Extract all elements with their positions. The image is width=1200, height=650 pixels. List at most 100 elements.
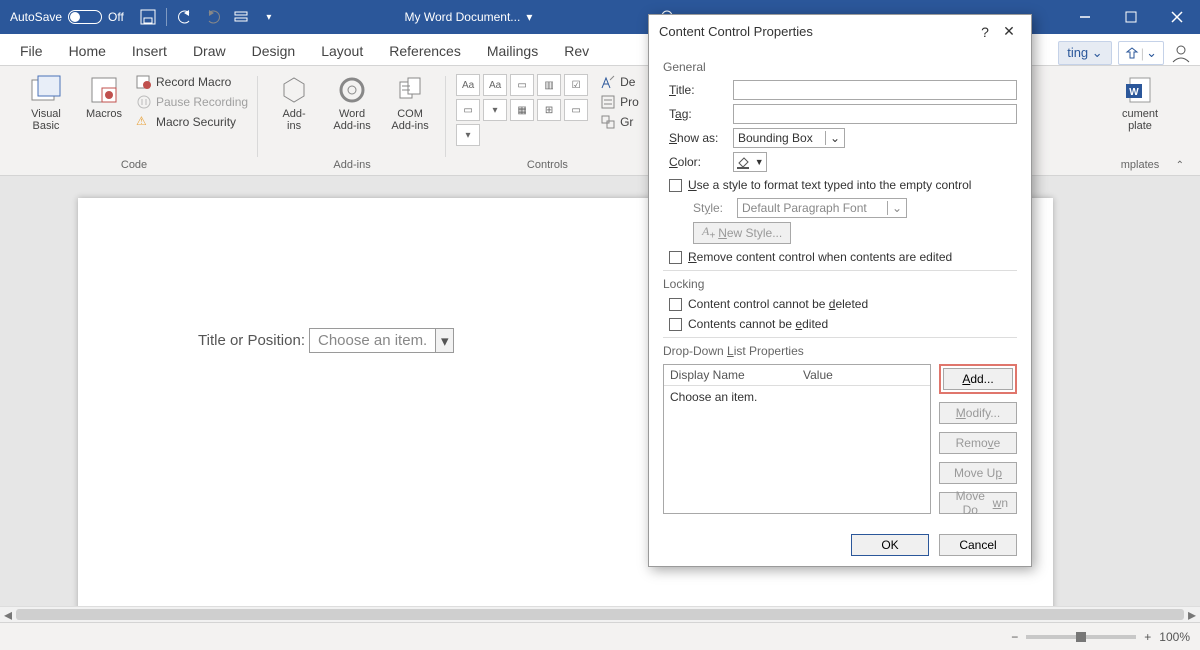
addins-button[interactable]: Add- ins	[268, 74, 320, 132]
close-icon[interactable]	[1154, 3, 1200, 31]
account-icon[interactable]	[1170, 42, 1192, 64]
list-item[interactable]: Choose an item.	[664, 386, 930, 408]
combobox-control-icon[interactable]: ▭	[456, 99, 480, 121]
tag-input[interactable]	[733, 104, 1017, 124]
dialog-titlebar[interactable]: Content Control Properties ? ✕	[649, 15, 1031, 48]
scroll-right-icon[interactable]: ▸	[1184, 607, 1200, 622]
dropdown-content-control[interactable]: Choose an item. ▾	[309, 328, 454, 353]
zoom-in-icon[interactable]: +	[1144, 630, 1151, 644]
autosave-label: AutoSave	[10, 10, 62, 24]
zoom-slider[interactable]	[1026, 635, 1136, 639]
controls-gallery[interactable]: Aa Aa ▭ ▥ ☑ ▭ ▾ ▦ ⊞ ▭ ▾	[456, 74, 588, 146]
new-style-button: A+New Style...	[693, 222, 791, 244]
legacy-tools-icon[interactable]: ▾	[456, 124, 480, 146]
tab-design[interactable]: Design	[240, 37, 308, 65]
status-bar: − + 100%	[0, 622, 1200, 650]
lock-delete-checkbox[interactable]	[669, 298, 682, 311]
section-ddl: Drop-Down List Properties	[663, 344, 1017, 358]
legacy-control-icon[interactable]: ▭	[564, 99, 588, 121]
bucket-icon	[736, 155, 750, 169]
addins-icon	[278, 74, 310, 106]
design-mode-button[interactable]: De	[600, 74, 639, 90]
tab-insert[interactable]: Insert	[120, 37, 179, 65]
cancel-button[interactable]: Cancel	[939, 534, 1017, 556]
tab-file[interactable]: File	[8, 37, 55, 65]
word-addins-icon	[336, 74, 368, 106]
qat-dropdown-icon[interactable]: ▾	[255, 3, 283, 31]
visual-basic-icon	[30, 74, 62, 106]
chevron-down-icon: ⌄	[825, 131, 840, 145]
ok-button[interactable]: OK	[851, 534, 929, 556]
title-input[interactable]	[733, 80, 1017, 100]
group-templates: W cument plate mplates ⌃	[1104, 70, 1190, 175]
pause-recording-button: Pause Recording	[136, 94, 248, 110]
save-icon[interactable]	[134, 3, 162, 31]
dropdown-control-icon[interactable]: ▾	[483, 99, 507, 121]
showas-label: Show as:	[669, 131, 725, 145]
tab-references[interactable]: References	[377, 37, 473, 65]
repeating-control-icon[interactable]: ⊞	[537, 99, 561, 121]
color-label: Color:	[669, 155, 725, 169]
color-picker[interactable]: ▼	[733, 152, 767, 172]
plaintext-control-icon[interactable]: Aa	[483, 74, 507, 96]
use-style-checkbox[interactable]	[669, 179, 682, 192]
com-addins-icon	[394, 74, 426, 106]
record-macro-button[interactable]: Record Macro	[136, 74, 248, 90]
maximize-icon[interactable]	[1108, 3, 1154, 31]
collapse-ribbon-icon[interactable]: ⌃	[1176, 160, 1184, 171]
editing-mode-button[interactable]: ting ⌄	[1058, 41, 1112, 65]
richtext-control-icon[interactable]: Aa	[456, 74, 480, 96]
checkbox-control-icon[interactable]: ☑	[564, 74, 588, 96]
remove-cc-label: Remove content control when contents are…	[688, 250, 952, 264]
group-code: Visual Basic Macros Record Macro Pause R…	[10, 70, 258, 175]
modify-button: Modify...	[939, 402, 1017, 424]
document-template-button[interactable]: W cument plate	[1114, 74, 1166, 132]
share-button[interactable]: |⌄	[1118, 41, 1164, 65]
qat-more-icon[interactable]	[227, 3, 255, 31]
zoom-out-icon[interactable]: −	[1011, 630, 1018, 644]
remove-button: Remove	[939, 432, 1017, 454]
move-up-button: Move Up	[939, 462, 1017, 484]
tab-layout[interactable]: Layout	[309, 37, 375, 65]
close-icon[interactable]: ✕	[997, 23, 1021, 40]
picture-control-icon[interactable]: ▭	[510, 74, 534, 96]
chevron-down-icon: ⌄	[1092, 45, 1103, 60]
dropdown-items-list[interactable]: Display Name Value Choose an item.	[663, 364, 931, 514]
undo-icon[interactable]	[171, 3, 199, 31]
lock-delete-label: Content control cannot be deleted	[688, 297, 868, 311]
scroll-thumb[interactable]	[16, 609, 1184, 620]
properties-icon	[600, 94, 616, 110]
add-button[interactable]: Add...	[943, 368, 1013, 390]
com-addins-button[interactable]: COM Add-ins	[384, 74, 436, 132]
dropdown-arrow-icon[interactable]: ▾	[435, 329, 453, 352]
autosave-toggle[interactable]	[68, 10, 102, 24]
tab-draw[interactable]: Draw	[181, 37, 238, 65]
word-addins-button[interactable]: Word Add-ins	[326, 74, 378, 132]
tab-review-truncated[interactable]: Rev	[552, 37, 601, 65]
content-control-properties-dialog: Content Control Properties ? ✕ General T…	[648, 14, 1032, 567]
group-controls-button[interactable]: Gr	[600, 114, 639, 130]
help-icon[interactable]: ?	[973, 24, 997, 40]
macros-button[interactable]: Macros	[78, 74, 130, 120]
zoom-level[interactable]: 100%	[1159, 630, 1190, 644]
showas-select[interactable]: Bounding Box⌄	[733, 128, 845, 148]
horizontal-scrollbar[interactable]: ◂ ▸	[0, 606, 1200, 622]
remove-cc-checkbox[interactable]	[669, 251, 682, 264]
visual-basic-button[interactable]: Visual Basic	[20, 74, 72, 132]
group-label: Add-ins	[333, 157, 370, 175]
minimize-icon[interactable]	[1062, 3, 1108, 31]
autosave-control[interactable]: AutoSave Off	[0, 10, 134, 24]
tab-home[interactable]: Home	[57, 37, 118, 65]
tab-mailings[interactable]: Mailings	[475, 37, 550, 65]
group-label: Controls	[527, 157, 568, 175]
lock-edit-checkbox[interactable]	[669, 318, 682, 331]
document-title[interactable]: My Word Document... ▾	[283, 10, 654, 24]
datepicker-control-icon[interactable]: ▦	[510, 99, 534, 121]
redo-icon[interactable]	[199, 3, 227, 31]
buildingblock-control-icon[interactable]: ▥	[537, 74, 561, 96]
group-label: mplates	[1121, 157, 1160, 175]
record-icon	[136, 74, 152, 90]
scroll-left-icon[interactable]: ◂	[0, 607, 16, 622]
macro-security-button[interactable]: ⚠Macro Security	[136, 114, 248, 130]
properties-button[interactable]: Pro	[600, 94, 639, 110]
